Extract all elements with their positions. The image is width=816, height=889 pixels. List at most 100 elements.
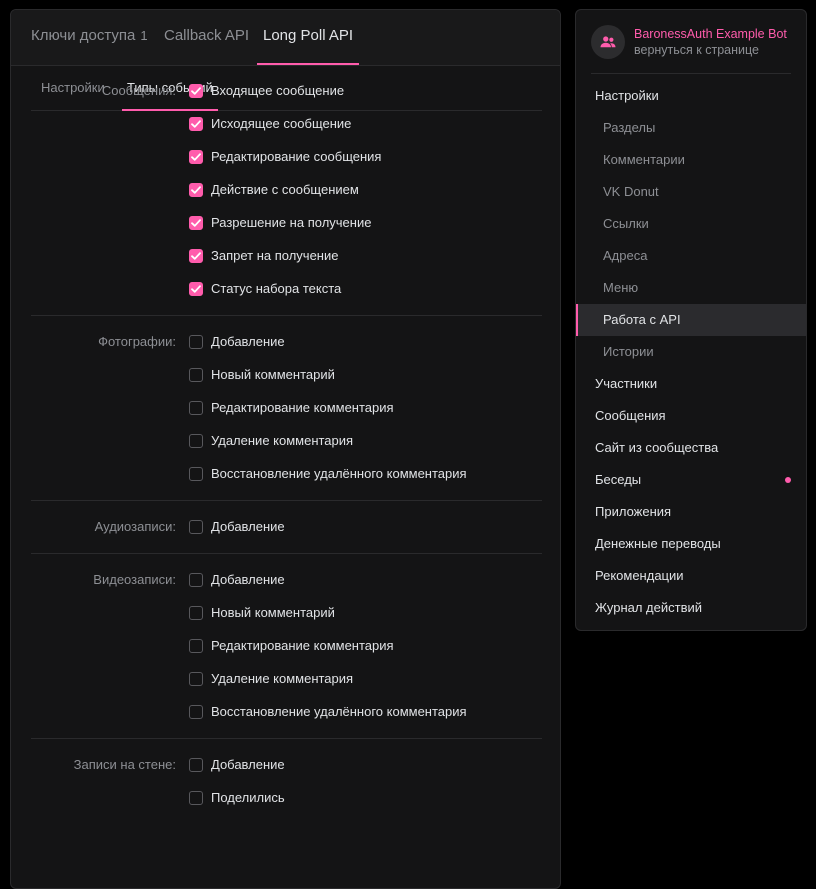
event-checkbox[interactable]: Восстановление удалённого комментария [189,457,467,490]
event-checkbox[interactable]: Добавление [189,510,285,543]
sidebar-item-label: Меню [603,280,639,295]
event-checkbox[interactable]: Восстановление удалённого комментария [189,695,467,728]
checkbox-unchecked-icon[interactable] [189,671,203,686]
sidebar-item[interactable]: Адреса [576,240,806,272]
checkbox-unchecked-icon[interactable] [189,572,203,587]
checkbox-label: Редактирование сообщения [211,149,382,164]
event-checkbox[interactable]: Запрет на получение [189,239,338,272]
checkbox-label: Добавление [211,757,285,772]
checkbox-checked-icon[interactable] [189,149,203,164]
sidebar-item[interactable]: Работа с API [576,304,806,336]
checkbox-label: Входящее сообщение [211,83,345,98]
checkbox-label: Поделились [211,790,285,805]
checkbox-unchecked-icon[interactable] [189,334,203,349]
checkbox-unchecked-icon[interactable] [189,466,203,481]
tab-label: Long Poll API [263,27,354,44]
checkbox-checked-icon[interactable] [189,83,203,98]
sidebar-item[interactable]: Денежные переводы [576,528,806,560]
sidebar-item[interactable]: Рекомендации [576,560,806,592]
tab-label: Ключи доступа [31,27,136,44]
sidebar-item-label: Работа с API [603,312,681,327]
tab-count-badge: 1 [140,28,148,43]
sidebar-item[interactable]: Приложения [576,496,806,528]
tab-label: Callback API [164,27,250,44]
checkbox-label: Редактирование комментария [211,400,394,415]
sidebar-item-label: Приложения [595,504,672,519]
sidebar-item-label: Адреса [603,248,648,263]
sidebar-item[interactable]: Беседы [576,464,806,496]
event-checkbox[interactable]: Исходящее сообщение [189,107,351,140]
checkbox-label: Запрет на получение [211,248,339,263]
checkbox-label: Новый комментарий [211,367,335,382]
checkbox-checked-icon[interactable] [189,182,203,197]
event-checkbox[interactable]: Действие с сообщением [189,173,359,206]
event-checkbox[interactable]: Редактирование комментария [189,391,394,424]
event-checkbox[interactable]: Редактирование комментария [189,629,394,662]
checkbox-unchecked-icon[interactable] [189,790,203,805]
sidebar-item[interactable]: VK Donut [576,176,806,208]
tab-callback-api[interactable]: Callback API [164,10,249,64]
checkbox-unchecked-icon[interactable] [189,433,203,448]
event-group: Видеозаписи: Добавление Новый комментарий Р… [31,553,542,739]
event-group-label: Сообщения: [101,83,176,98]
checkbox-label: Удаление комментария [211,433,354,448]
checkbox-label: Добавление [211,572,285,587]
checkbox-label: Разрешение на получение [211,215,372,230]
event-checkbox[interactable]: Добавление [189,563,285,596]
checkbox-unchecked-icon[interactable] [189,519,203,534]
event-checkbox[interactable]: Добавление [189,325,285,358]
event-group: Записи на стене: Добавление Поделились [31,738,542,824]
community-sidebar: BaronessAuth Example Bot вернуться к стр… [575,9,807,631]
event-checkbox[interactable]: Редактирование сообщения [189,140,381,173]
sidebar-item[interactable]: Разделы [576,112,806,144]
event-checkbox[interactable]: Удаление комментария [189,662,353,695]
sidebar-item-label: Ссылки [603,216,649,231]
sidebar-item[interactable]: Участники [576,368,806,400]
checkbox-label: Добавление [211,334,285,349]
event-checkbox[interactable]: Статус набора текста [189,272,341,305]
sidebar-item-label: Денежные переводы [595,536,721,551]
event-checkbox[interactable]: Добавление [189,748,285,781]
event-checkbox[interactable]: Удаление комментария [189,424,353,457]
community-name-link[interactable]: BaronessAuth Example Bot [634,27,787,41]
checkbox-checked-icon[interactable] [189,116,203,131]
sidebar-item-label: Беседы [595,472,642,487]
sidebar-item[interactable]: Меню [576,272,806,304]
event-group: Фотографии: Добавление Новый комментарий Ре… [31,315,542,501]
event-group: Аудиозаписи: Добавление [31,500,542,554]
event-group-label: Видеозаписи: [93,572,176,587]
checkbox-checked-icon[interactable] [189,281,203,296]
community-icon [600,36,616,48]
sidebar-item[interactable]: Истории [576,336,806,368]
sidebar-item[interactable]: Журнал действий [576,592,806,624]
checkbox-unchecked-icon[interactable] [189,367,203,382]
event-checkbox[interactable]: Поделились [189,781,285,814]
avatar[interactable] [591,25,625,59]
checkbox-checked-icon[interactable] [189,215,203,230]
sidebar-item[interactable]: Комментарии [576,144,806,176]
sidebar-item[interactable]: Настройки [576,80,806,112]
sidebar-item-label: Разделы [603,120,656,135]
main-panel: Ключи доступа 1 Callback API Long Poll AP… [10,9,561,889]
checkbox-label: Редактирование комментария [211,638,394,653]
checkbox-unchecked-icon[interactable] [189,704,203,719]
sidebar-item-label: VK Donut [603,184,659,199]
checkbox-unchecked-icon[interactable] [189,400,203,415]
sidebar-item[interactable]: Сайт из сообщества [576,432,806,464]
sidebar-item[interactable]: Сообщения [576,400,806,432]
event-checkbox[interactable]: Новый комментарий [189,596,335,629]
event-checkbox[interactable]: Входящее сообщение [189,74,344,107]
checkbox-label: Действие с сообщением [211,182,359,197]
notification-dot-icon [785,477,791,483]
back-to-page-link[interactable]: вернуться к странице [634,43,759,57]
checkbox-unchecked-icon[interactable] [189,757,203,772]
tab-access-keys[interactable]: Ключи доступа 1 [31,10,148,64]
checkbox-checked-icon[interactable] [189,248,203,263]
checkbox-unchecked-icon[interactable] [189,638,203,653]
tab-long-poll-api[interactable]: Long Poll API [256,10,360,65]
sidebar-item-label: Участники [595,376,658,391]
event-checkbox[interactable]: Разрешение на получение [189,206,371,239]
event-checkbox[interactable]: Новый комментарий [189,358,335,391]
sidebar-item[interactable]: Ссылки [576,208,806,240]
checkbox-unchecked-icon[interactable] [189,605,203,620]
